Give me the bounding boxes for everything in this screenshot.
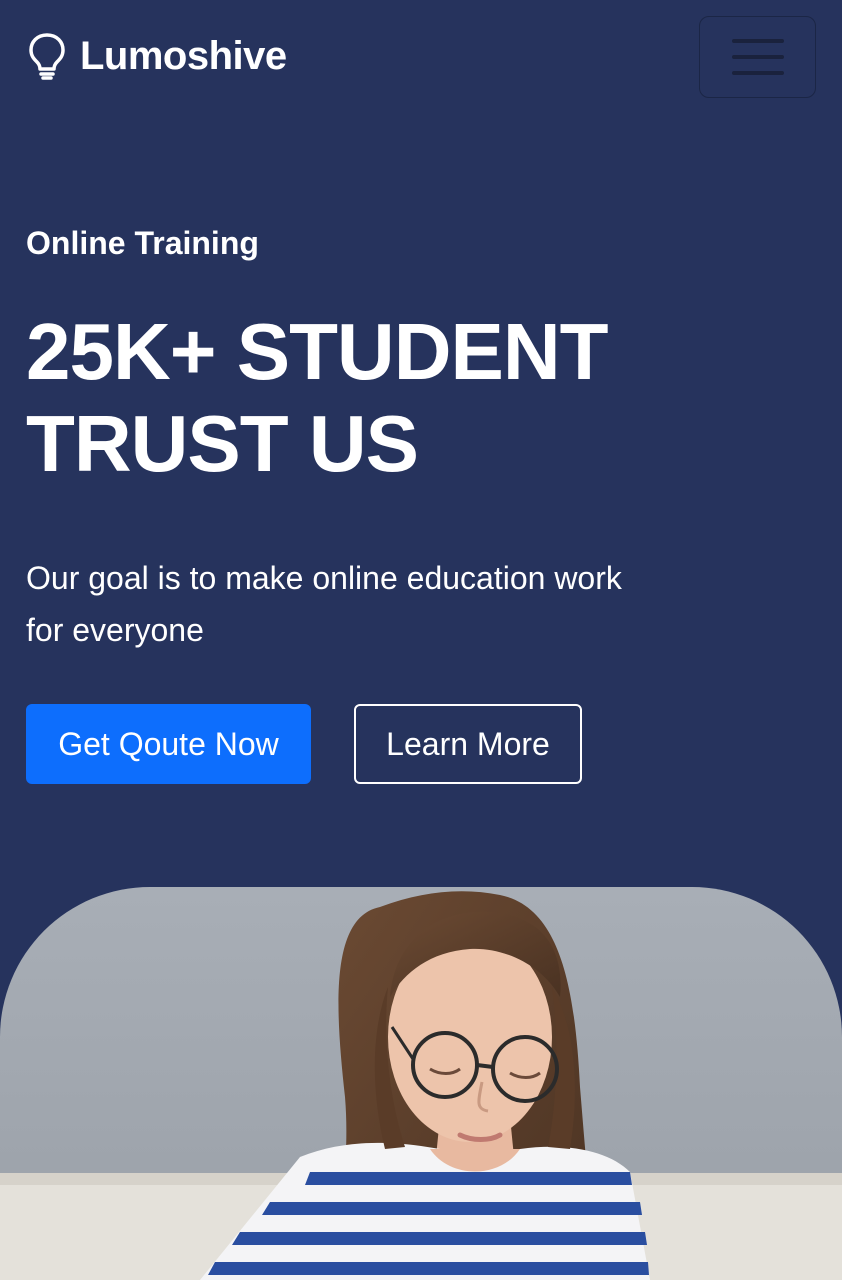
learn-more-button[interactable]: Learn More	[354, 704, 582, 784]
navbar-toggle-button[interactable]	[699, 16, 816, 98]
get-quote-button[interactable]: Get Qoute Now	[26, 704, 311, 784]
hero-headline: 25K+ STUDENT TRUST US	[26, 307, 608, 488]
student-illustration	[0, 887, 842, 1280]
lightbulb-icon	[29, 33, 65, 80]
brand-logo-link[interactable]: Lumoshive	[26, 30, 287, 82]
navbar: Lumoshive	[0, 0, 842, 110]
hamburger-menu-icon-bar	[731, 55, 784, 59]
hero-tagline: Our goal is to make online education wor…	[26, 560, 622, 648]
hamburger-menu-icon	[731, 39, 784, 43]
brand-name: Lumoshive	[80, 33, 287, 78]
hero-student-photo	[0, 887, 842, 1280]
hero-eyebrow: Online Training	[26, 225, 259, 261]
hamburger-menu-icon-bar	[731, 71, 784, 75]
